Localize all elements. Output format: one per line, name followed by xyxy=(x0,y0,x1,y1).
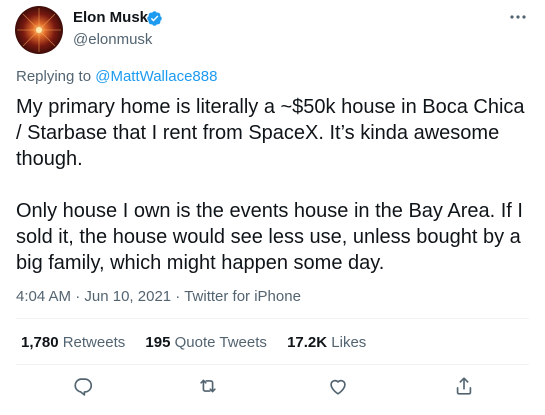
meta-separator: · xyxy=(71,288,85,305)
retweet-icon[interactable] xyxy=(197,375,219,397)
divider xyxy=(16,318,529,319)
likes-count: 17.2K xyxy=(287,334,328,351)
reply-icon[interactable] xyxy=(72,375,94,397)
engagement-stats: 1,780 Retweets 195 Quote Tweets 17.2K Li… xyxy=(21,334,382,351)
author-handle[interactable]: @elonmusk xyxy=(73,31,152,48)
meta-separator: · xyxy=(171,288,185,305)
likes-stat[interactable]: 17.2K Likes xyxy=(287,334,366,351)
verified-badge-icon xyxy=(146,10,163,27)
divider xyxy=(16,364,529,365)
action-bar xyxy=(0,375,545,399)
retweets-stat[interactable]: 1,780 Retweets xyxy=(21,334,125,351)
reply-mention-link[interactable]: @MattWallace888 xyxy=(95,68,217,85)
tweet-card: Elon Musk @elonmusk Replying to @MattWal… xyxy=(0,0,545,415)
quotes-count: 195 xyxy=(145,334,171,351)
tweet-date-link[interactable]: Jun 10, 2021 xyxy=(84,288,171,305)
quotes-stat[interactable]: 195 Quote Tweets xyxy=(145,334,266,351)
retweets-count: 1,780 xyxy=(21,334,59,351)
quotes-label: Quote Tweets xyxy=(174,334,267,351)
more-icon[interactable] xyxy=(507,8,529,26)
tweet-meta: 4:04 AM · Jun 10, 2021 · Twitter for iPh… xyxy=(16,288,301,305)
share-icon[interactable] xyxy=(453,375,475,397)
replying-prefix: Replying to xyxy=(16,68,96,85)
replying-to: Replying to @MattWallace888 xyxy=(16,68,217,85)
author-name[interactable]: Elon Musk xyxy=(73,9,148,26)
avatar[interactable] xyxy=(15,6,63,54)
tweet-time-link[interactable]: 4:04 AM xyxy=(16,288,71,305)
likes-label: Likes xyxy=(331,334,367,351)
tweet-source-link[interactable]: Twitter for iPhone xyxy=(184,288,301,305)
tweet-text: My primary home is literally a ~$50k hou… xyxy=(16,96,525,274)
like-icon[interactable] xyxy=(327,375,349,397)
retweets-label: Retweets xyxy=(62,334,126,351)
